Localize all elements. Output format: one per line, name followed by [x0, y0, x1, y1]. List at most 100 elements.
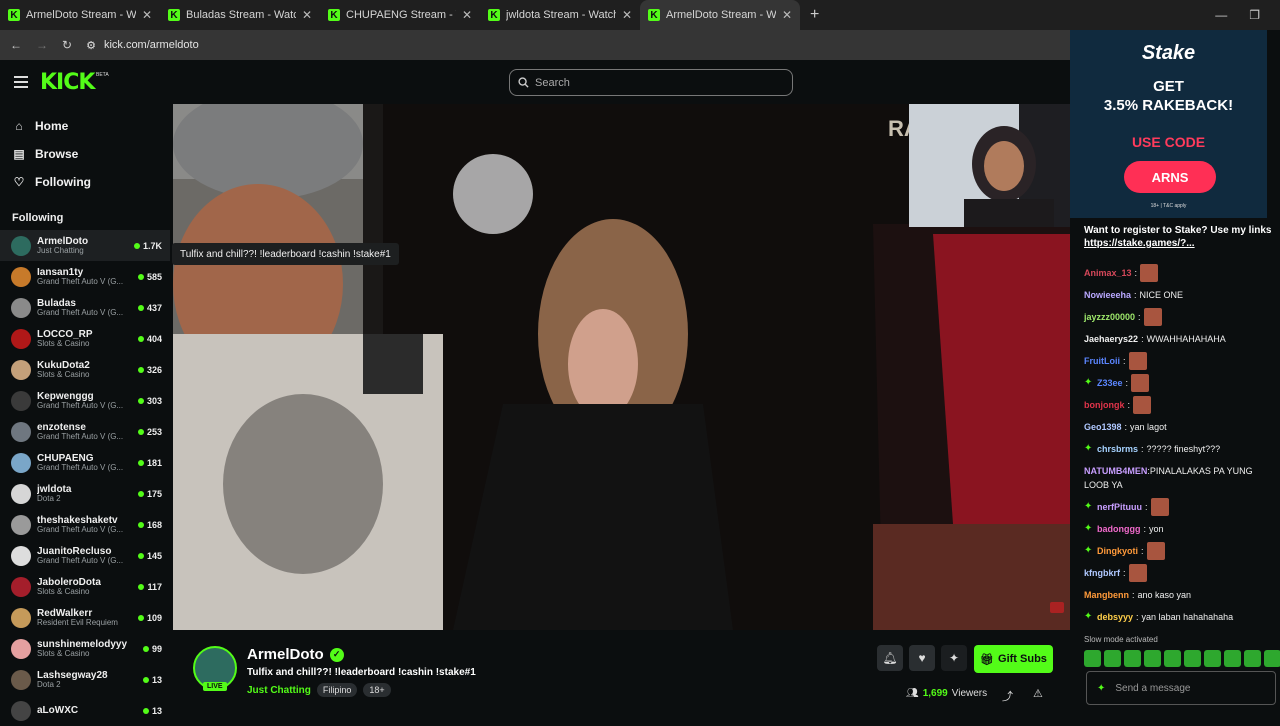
emote[interactable] [1124, 650, 1141, 667]
chat-colon: : [1125, 378, 1129, 388]
browser-tab[interactable]: K Buladas Stream - Watch Live on ✕ [160, 0, 320, 30]
kick-logo[interactable]: KICK [40, 70, 95, 95]
forward-icon[interactable]: → [36, 38, 48, 52]
close-tab-icon[interactable]: ✕ [302, 8, 312, 22]
following-channel[interactable]: JuanitoRecluso Grand Theft Auto V (G... 14… [0, 540, 170, 571]
emote[interactable] [1224, 650, 1241, 667]
minimize-icon[interactable]: — [1215, 8, 1227, 22]
following-channel[interactable]: theshakeshaketv Grand Theft Auto V (G... 1… [0, 509, 170, 540]
share-icon[interactable]: ⤴ [1002, 688, 1013, 704]
chat-username[interactable]: Dingkyoti [1097, 540, 1138, 562]
following-channel[interactable]: JaboleroDota Slots & Casino 117 [0, 571, 170, 602]
browser-tab[interactable]: K ArmelDoto Stream - Watch Live ✕ [0, 0, 160, 30]
chat-username[interactable]: nerfPituuu [1097, 496, 1142, 518]
webcam-overlay [909, 104, 1070, 227]
emote[interactable] [1204, 650, 1221, 667]
emote[interactable] [1264, 650, 1280, 667]
following-channel[interactable]: Kepwenggg Grand Theft Auto V (G... 303 [0, 385, 170, 416]
following-channel[interactable]: enzotense Grand Theft Auto V (G... 253 [0, 416, 170, 447]
tab-title: jwldota Stream - Watch Live on [506, 9, 616, 21]
chat-colon: : [1123, 568, 1126, 578]
search-input[interactable]: Search [509, 69, 793, 96]
url-field[interactable]: ⚙ kick.com/armeldoto [86, 39, 199, 52]
url-text[interactable]: kick.com/armeldoto [104, 39, 199, 51]
emote-icon [1131, 374, 1150, 392]
streamer-name[interactable]: ArmelDoto [247, 646, 324, 663]
viewer-count: 99 [151, 643, 162, 654]
following-channel[interactable]: jwldota Dota 2 175 [0, 478, 170, 509]
pinned-link[interactable]: https://stake.games/?... [1084, 237, 1274, 250]
browser-tab[interactable]: Kjwldota Stream - Watch Live on ✕ [480, 0, 640, 30]
chat-username[interactable]: Geo1398 [1084, 416, 1122, 438]
following-channel[interactable]: Lashsegway28 Dota 2 13 [0, 664, 170, 695]
back-icon[interactable]: ← [10, 38, 22, 52]
chat-username[interactable]: kfngbkrf [1084, 562, 1120, 584]
ad-code-button[interactable]: ARNS [1124, 161, 1216, 193]
chat-username[interactable]: FruitLoii [1084, 350, 1120, 372]
following-channel[interactable]: sunshinemelodyyy Slots & Casino 99 [0, 633, 170, 664]
emote[interactable] [1164, 650, 1181, 667]
site-info-icon[interactable]: ⚙ [86, 39, 96, 52]
viewer-count: 109 [146, 612, 162, 623]
chat-username[interactable]: bonjongk [1084, 394, 1125, 416]
following-channel[interactable]: ArmelDoto Just Chatting 1.7K [0, 230, 170, 261]
stream-category[interactable]: Just Chatting [247, 685, 311, 696]
tag-language[interactable]: Filipino [316, 683, 358, 697]
emote[interactable] [1184, 650, 1201, 667]
emote[interactable] [1244, 650, 1261, 667]
sidebar-item-browse[interactable]: ▤ Browse [0, 140, 170, 168]
chat-username[interactable]: debsyyy [1097, 606, 1133, 628]
kick-favicon-icon: K [8, 9, 20, 21]
menu-icon[interactable] [14, 76, 28, 88]
new-tab-icon[interactable]: + [810, 6, 819, 24]
emote[interactable] [1084, 650, 1101, 667]
ad-terms: 18+ | T&C apply [1150, 203, 1187, 209]
close-tab-icon[interactable]: ✕ [782, 8, 792, 22]
chat-username[interactable]: NATUMB4MEN [1084, 466, 1147, 476]
live-dot-icon [137, 335, 144, 342]
following-channel[interactable]: CHUPAENG Grand Theft Auto V (G... 181 [0, 447, 170, 478]
browser-tab[interactable]: K CHUPAENG Stream - Watch Live ✕ [320, 0, 480, 30]
following-channel[interactable]: KukuDota2 Slots & Casino 326 [0, 354, 170, 385]
close-tab-icon[interactable]: ✕ [622, 8, 632, 22]
following-channel[interactable]: Buladas Grand Theft Auto V (G... 437 [0, 292, 170, 323]
notification-button[interactable]: 🔔︎ [877, 645, 903, 671]
channel-viewers: 303 [137, 396, 162, 406]
sidebar-item-home[interactable]: ⌂ Home [0, 112, 170, 140]
channel-name: LOCCO_RP [37, 328, 93, 340]
chat-username[interactable]: Mangbenn [1084, 584, 1129, 606]
following-channel[interactable]: LOCCO_RP Slots & Casino 404 [0, 323, 170, 354]
sub-badge-icon: ✦ [1084, 611, 1093, 622]
chat-messages: Animax_13: Nowieeeha: NICE ONE jayzzz00000:… [1084, 262, 1280, 628]
emote[interactable] [1104, 650, 1121, 667]
reload-icon[interactable]: ↻ [62, 38, 72, 52]
report-icon[interactable]: ⚠ [1033, 687, 1043, 700]
gift-subs-button[interactable]: 🎁︎ Gift Subs [974, 645, 1053, 673]
live-dot-icon [138, 583, 145, 590]
following-channel[interactable]: Iansan1ty Grand Theft Auto V (G... 585 [0, 261, 170, 292]
stake-ad-banner[interactable]: Stake GET 3.5% RAKEBACK! USE CODE ARNS 1… [1070, 30, 1267, 218]
chat-username[interactable]: Nowieeeha [1084, 284, 1131, 306]
chat-username[interactable]: badonggg [1097, 518, 1141, 540]
emote[interactable] [1144, 650, 1161, 667]
avatar [11, 700, 31, 721]
chat-username[interactable]: Z33ee [1097, 372, 1123, 394]
chat-message: bonjongk: [1084, 394, 1280, 416]
maximize-icon[interactable]: ❐ [1249, 8, 1260, 22]
chat-username[interactable]: jayzzz00000 [1084, 306, 1135, 328]
boost-button[interactable]: ✦ [941, 645, 967, 671]
channel-viewers: 437 [137, 303, 162, 313]
following-channel[interactable]: aLoWXC 13 [0, 695, 170, 726]
tag-age[interactable]: 18+ [363, 683, 391, 697]
follow-button[interactable]: ♥ [909, 645, 935, 671]
close-tab-icon[interactable]: ✕ [142, 8, 152, 22]
browser-tab[interactable]: K ArmelDoto Stream - Watch ✕ [640, 0, 800, 30]
chat-username[interactable]: chrsbrms [1097, 438, 1138, 460]
chat-input[interactable]: ✦ Send a message [1086, 671, 1276, 705]
chat-username[interactable]: Animax_13 [1084, 262, 1132, 284]
sidebar-item-following[interactable]: ♡ Following [0, 168, 170, 196]
following-channel[interactable]: RedWalkerr Resident Evil Requiem 109 [0, 602, 170, 633]
stream-tags: Just Chatting Filipino 18+ [247, 683, 391, 697]
close-tab-icon[interactable]: ✕ [462, 8, 472, 22]
chat-username[interactable]: Jaehaerys22 [1084, 328, 1138, 350]
